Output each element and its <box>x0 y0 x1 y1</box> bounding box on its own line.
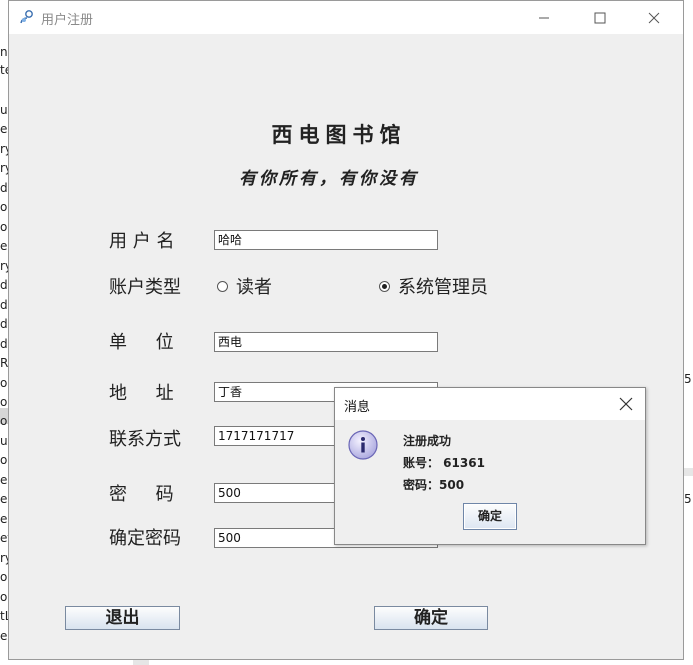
user-app-icon <box>19 9 35 25</box>
title-bar[interactable]: 用户注册 <box>9 1 683 34</box>
unit-label: 单 位 <box>109 332 174 353</box>
radio-admin[interactable]: 系统管理员 <box>379 273 488 299</box>
unit-input[interactable]: 西电 <box>214 332 438 352</box>
register-window: 用户注册 西电图书馆 有你所有，有你没有 用 户 名 哈哈 账户类型 读者 系统… <box>8 0 684 660</box>
dialog-title-bar[interactable]: 消息 <box>335 388 645 420</box>
account-type-label: 账户类型 <box>109 277 181 298</box>
bg-right-text: 5 <box>684 372 692 386</box>
contact-label: 联系方式 <box>109 429 181 450</box>
dialog-message-password: 密码：500 <box>403 478 465 492</box>
password-label: 密 码 <box>109 484 174 505</box>
library-name-heading: 西电图书馆 <box>271 122 407 147</box>
radio-unchecked-icon <box>217 280 228 292</box>
dialog-title: 消息 <box>344 400 371 415</box>
radio-checked-icon <box>379 280 390 292</box>
username-label: 用 户 名 <box>109 231 175 252</box>
dialog-close-button[interactable] <box>617 395 635 413</box>
window-title: 用户注册 <box>41 13 94 28</box>
exit-button[interactable]: 退出 <box>65 606 180 630</box>
bg-right-text: 5 <box>684 492 692 506</box>
maximize-icon <box>594 12 606 23</box>
confirm-password-label: 确定密码 <box>109 528 181 549</box>
message-dialog: 消息 注册成功 账号： 61361 密码：500 确定 <box>334 387 646 545</box>
background-window-right: 5 5 <box>684 30 693 660</box>
dialog-message-account: 账号： 61361 <box>403 456 485 470</box>
close-button[interactable] <box>631 1 677 34</box>
confirm-button[interactable]: 确定 <box>374 606 488 630</box>
radio-reader[interactable]: 读者 <box>217 273 272 299</box>
info-icon <box>347 429 379 461</box>
radio-admin-label: 系统管理员 <box>398 277 488 298</box>
slogan-heading: 有你所有，有你没有 <box>239 169 419 189</box>
address-label: 地 址 <box>109 383 174 404</box>
minimize-icon <box>539 17 549 18</box>
radio-reader-label: 读者 <box>236 277 272 298</box>
dialog-ok-button[interactable]: 确定 <box>463 503 517 530</box>
close-icon <box>648 12 660 23</box>
minimize-button[interactable] <box>521 1 567 34</box>
username-input[interactable]: 哈哈 <box>214 230 438 250</box>
close-icon <box>619 397 633 411</box>
bg-right-bar <box>684 468 693 476</box>
dialog-message-success: 注册成功 <box>403 434 452 448</box>
maximize-button[interactable] <box>577 1 623 34</box>
